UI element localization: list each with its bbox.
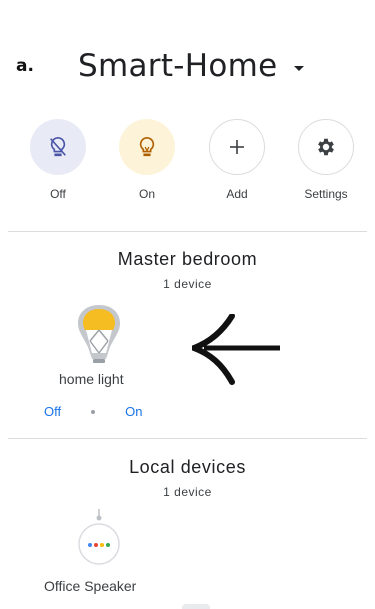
action-label-settings: Settings (304, 187, 348, 201)
room-device-count: 1 device (163, 485, 212, 499)
gear-icon (298, 119, 354, 175)
light-bulb-icon[interactable] (76, 303, 122, 370)
device-off-button[interactable]: Off (44, 404, 61, 419)
bulb-off-icon (30, 119, 86, 175)
action-label-add: Add (226, 187, 248, 201)
action-label-off: Off (50, 187, 66, 201)
all-on-button[interactable]: On (117, 119, 177, 201)
quick-actions-bar: Off On Add Settings (0, 119, 375, 203)
action-label-on: On (138, 187, 155, 201)
room-title: Master bedroom (117, 249, 258, 269)
separator-dot (91, 409, 96, 414)
device-name[interactable]: Office Speaker (44, 578, 136, 594)
divider (8, 231, 367, 232)
home-name: Smart-Home (78, 48, 278, 84)
all-off-button[interactable]: Off (28, 119, 88, 201)
home-selector[interactable]: Smart-Home (78, 48, 304, 84)
room-title: Local devices (129, 457, 246, 477)
fab-edge (182, 604, 210, 609)
device-on-button[interactable]: On (125, 404, 142, 419)
divider (8, 438, 367, 439)
dropdown-arrow-icon (293, 65, 304, 71)
add-button[interactable]: Add (207, 119, 267, 201)
plus-icon (209, 119, 265, 175)
arrow-annotation-icon (192, 314, 280, 385)
bulb-on-icon (119, 119, 175, 175)
annotation-label: a. (16, 56, 34, 76)
room-device-count: 1 device (163, 277, 212, 291)
google-home-mini-icon[interactable] (76, 509, 122, 570)
device-toggle-row: Off On (44, 404, 142, 419)
device-name[interactable]: home light (59, 371, 124, 387)
settings-button[interactable]: Settings (296, 119, 356, 201)
